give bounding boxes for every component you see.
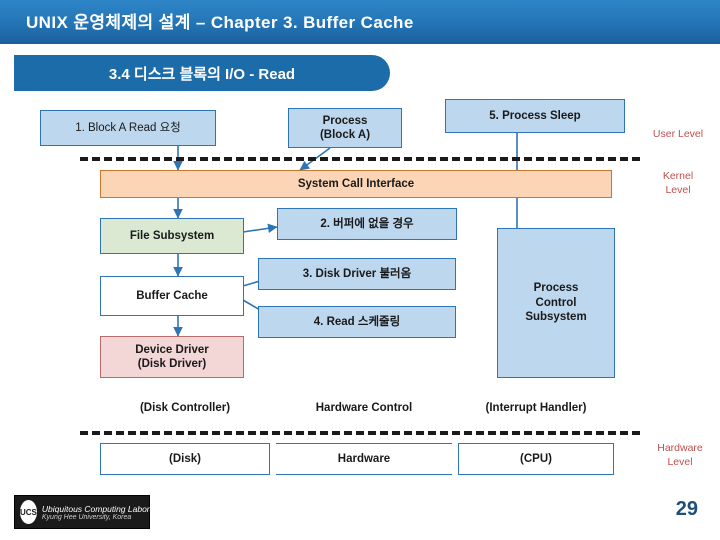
logo-line-2: Kyung Hee University, Korea: [41, 513, 132, 521]
page-title: UNIX 운영체제의 설계 – Chapter 3. Buffer Cache: [26, 13, 414, 32]
box-label: 5. Process Sleep: [489, 109, 581, 122]
box-disk-driver-call[interactable]: 3. Disk Driver 불러옴: [258, 258, 456, 290]
section-label: 3.4 디스크 블록의 I/O - Read: [108, 66, 296, 83]
box-process-block-a[interactable]: Process (Block A): [288, 108, 402, 148]
box-read-schedule[interactable]: 4. Read 스케줄링: [258, 306, 456, 338]
box-block-a-read-request[interactable]: 1. Block A Read 요청: [40, 110, 216, 146]
box-label: 4. Read 스케줄링: [313, 315, 401, 328]
logo-mark: UCS: [20, 500, 37, 524]
box-label: 1. Block A Read 요청: [75, 121, 181, 134]
user-kernel-separator: [80, 157, 640, 161]
level-kernel: Kernel Level: [662, 170, 694, 196]
box-cpu[interactable]: (CPU): [458, 443, 614, 475]
box-label: Hardware: [337, 452, 391, 465]
box-file-subsystem[interactable]: File Subsystem: [100, 218, 244, 254]
kernel-hardware-separator: [80, 431, 640, 435]
box-label: (Interrupt Handler): [485, 401, 587, 414]
box-label: 3. Disk Driver 불러옴: [302, 267, 412, 280]
box-disk-controller[interactable]: (Disk Controller): [100, 392, 270, 424]
box-label: Buffer Cache: [136, 289, 208, 302]
title-underline: [0, 44, 720, 47]
box-label: (Disk Controller): [139, 401, 231, 414]
level-user: User Level: [652, 128, 704, 140]
box-label: Device Driver (Disk Driver): [135, 343, 209, 370]
box-hardware-control[interactable]: Hardware Control: [276, 392, 452, 424]
box-label: System Call Interface: [297, 177, 415, 190]
box-no-buffer-case[interactable]: 2. 버퍼에 없을 경우: [277, 208, 457, 240]
box-label: (CPU): [520, 452, 552, 465]
box-process-control-subsystem[interactable]: Process Control Subsystem: [497, 228, 615, 378]
university-logo: UCS Ubiquitous Computing Laboratory Kyun…: [14, 495, 169, 529]
box-label: Hardware Control: [315, 401, 413, 414]
box-system-call-interface[interactable]: System Call Interface: [100, 170, 612, 198]
slide: UNIX 운영체제의 설계 – Chapter 3. Buffer Cache …: [0, 0, 720, 540]
box-device-driver[interactable]: Device Driver (Disk Driver): [100, 336, 244, 378]
box-process-sleep[interactable]: 5. Process Sleep: [445, 99, 625, 133]
box-interrupt-handler[interactable]: (Interrupt Handler): [458, 392, 614, 424]
box-disk[interactable]: (Disk): [100, 443, 270, 475]
box-label: Process (Block A): [319, 114, 371, 141]
box-hardware[interactable]: Hardware: [276, 443, 452, 475]
page-number: 29: [675, 498, 698, 520]
logo-text: Ubiquitous Computing Laboratory Kyung He…: [42, 504, 169, 521]
box-label: 2. 버퍼에 없을 경우: [320, 217, 414, 230]
title-bar: UNIX 운영체제의 설계 – Chapter 3. Buffer Cache: [0, 0, 720, 44]
section-tag: 3.4 디스크 블록의 I/O - Read: [14, 55, 390, 91]
level-hardware: Hardware Level: [657, 442, 703, 468]
box-label: (Disk): [169, 452, 201, 465]
logo-line-1: Ubiquitous Computing Laboratory: [41, 503, 169, 514]
box-label: File Subsystem: [129, 229, 215, 242]
box-buffer-cache[interactable]: Buffer Cache: [100, 276, 244, 316]
box-label: Process Control Subsystem: [525, 282, 587, 324]
